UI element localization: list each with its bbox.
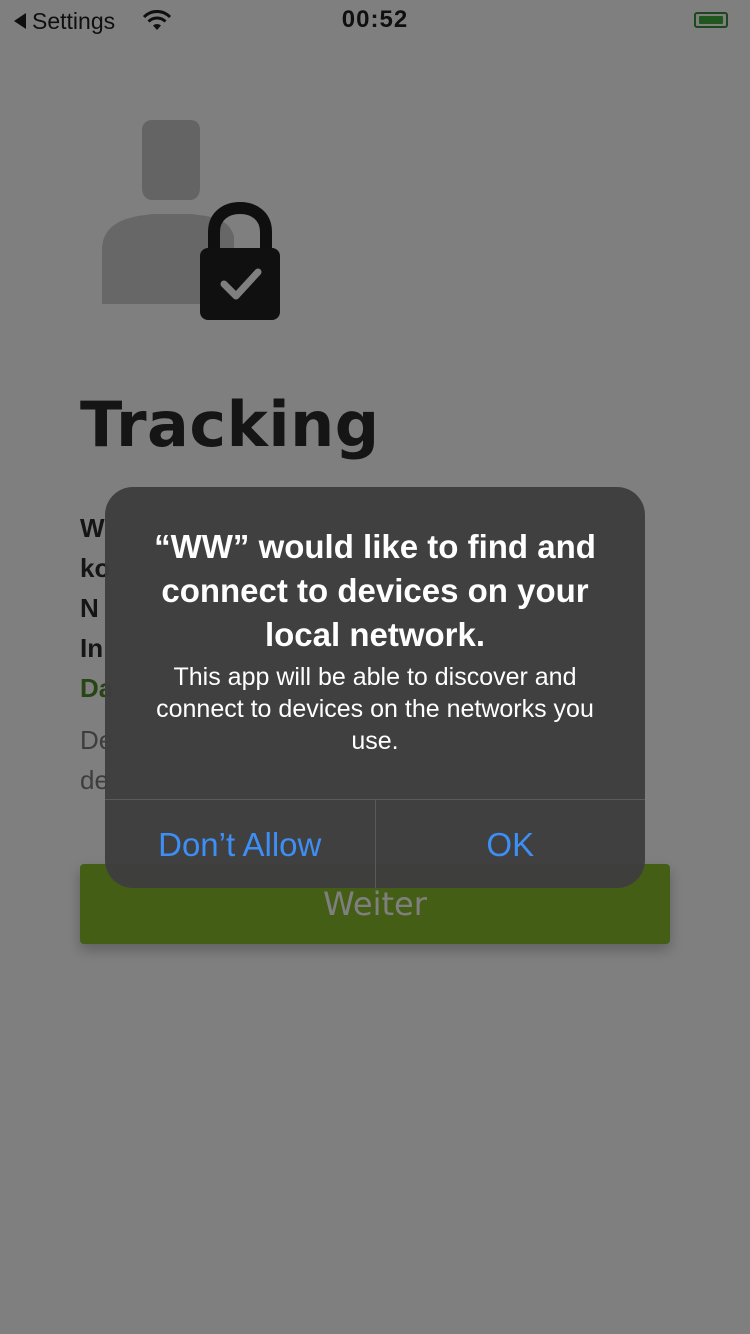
local-network-permission-alert: “WW” would like to find and connect to d… (105, 487, 645, 888)
alert-actions: Don’t Allow OK (105, 799, 645, 888)
alert-title: “WW” would like to find and connect to d… (154, 528, 596, 653)
ok-button[interactable]: OK (374, 800, 646, 888)
alert-message: This app will be able to discover and co… (156, 663, 594, 755)
dont-allow-button[interactable]: Don’t Allow (105, 800, 375, 888)
